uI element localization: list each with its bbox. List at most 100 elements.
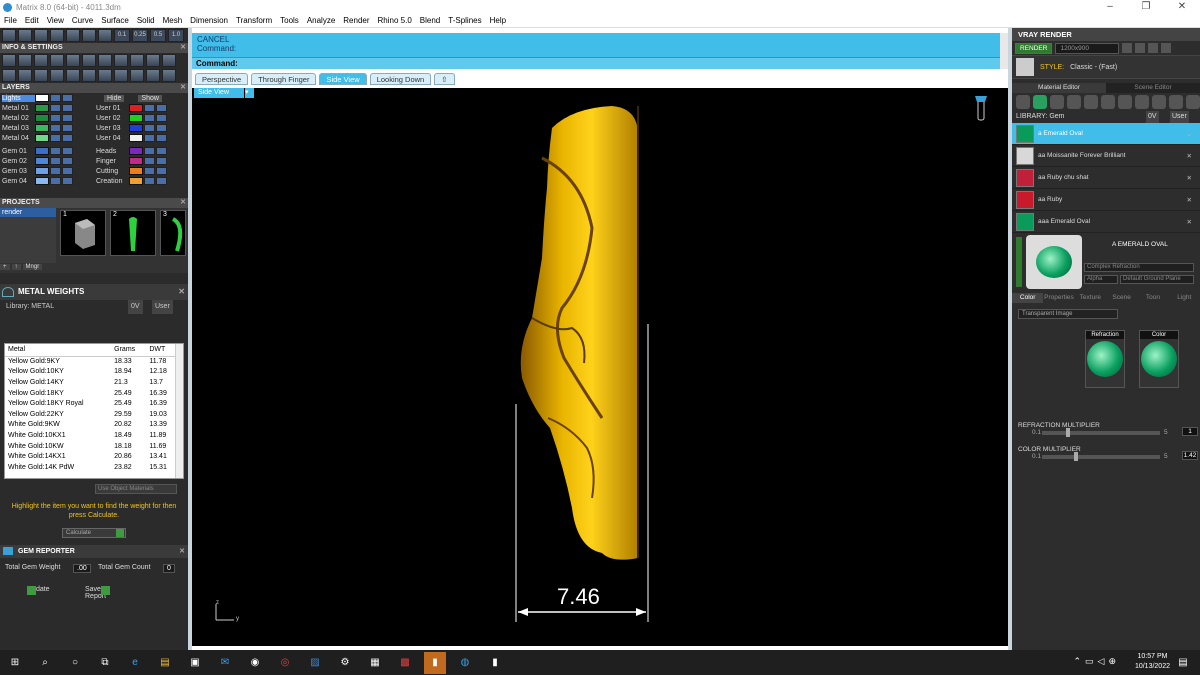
table-row[interactable]: Yellow Gold:9KY 18.33 11.78 [5, 356, 177, 367]
layer-toggle-icon[interactable] [156, 114, 167, 122]
color-slider[interactable] [1042, 455, 1160, 459]
windows-start-icon[interactable]: ⊞ [4, 652, 26, 674]
up-project-button[interactable]: ↑ [11, 264, 21, 270]
measure-icon[interactable] [18, 54, 32, 67]
store-icon[interactable]: ▣ [184, 652, 206, 674]
command-input[interactable]: Command: [192, 57, 1000, 69]
edge-icon[interactable]: e [124, 652, 146, 674]
table-row[interactable]: Yellow Gold:14KY 21.3 13.7 [5, 377, 177, 388]
layer-color-swatch[interactable] [129, 177, 143, 185]
layer-color-swatch[interactable] [35, 94, 49, 102]
menu-view[interactable]: View [43, 16, 68, 25]
color-value[interactable]: 1.42 [1182, 451, 1198, 460]
layer-lock-icon[interactable] [144, 147, 155, 155]
view-tool-icon[interactable] [98, 29, 112, 42]
color-slider-knob[interactable] [1074, 452, 1078, 461]
close-icon[interactable]: ✕ [180, 83, 186, 93]
gem-icon[interactable] [1033, 95, 1047, 109]
layer-row[interactable]: User 01 [94, 103, 188, 113]
texture-icon[interactable] [1084, 95, 1098, 109]
table-row[interactable]: Yellow Gold:22KY 29.59 19.03 [5, 409, 177, 420]
layer-row[interactable]: User 03 [94, 123, 188, 133]
render-icon[interactable] [146, 54, 160, 67]
layer-color-swatch[interactable] [35, 114, 49, 122]
tab-looking-down[interactable]: Looking Down [369, 73, 432, 85]
menu-dimension[interactable]: Dimension [186, 16, 232, 25]
layer-toggle-icon[interactable] [156, 104, 167, 112]
layer-lock-icon[interactable] [50, 104, 61, 112]
table-row[interactable]: White Gold:14KX1 20.86 13.41 [5, 451, 177, 462]
project-item-render[interactable]: render [0, 208, 56, 217]
layer-lock-icon[interactable] [144, 177, 155, 185]
layer-lock-icon[interactable] [144, 124, 155, 132]
layer-color-swatch[interactable] [35, 157, 49, 165]
list-item[interactable]: aa Moissanite Forever Brilliant ✕ [1012, 145, 1200, 167]
menu-tools[interactable]: Tools [276, 16, 303, 25]
layer-lock-icon[interactable] [144, 134, 155, 142]
menu-curve[interactable]: Curve [68, 16, 97, 25]
hide-button[interactable]: Hide [104, 94, 125, 102]
close-icon[interactable]: ✕ [180, 43, 186, 53]
refraction-map[interactable]: Refraction [1085, 330, 1125, 388]
tab-toon[interactable]: Toon [1137, 293, 1168, 303]
show-button[interactable]: Show [138, 94, 162, 102]
layer-toggle-icon[interactable] [156, 167, 167, 175]
alpha-dropdown[interactable]: Alpha [1084, 275, 1118, 284]
layer-toggle-icon[interactable] [62, 104, 73, 112]
layer-lock-icon[interactable] [50, 177, 61, 185]
grid-icon[interactable] [2, 29, 16, 42]
mail-icon[interactable]: ✉ [214, 652, 236, 674]
layer-row[interactable]: Finger [94, 156, 188, 166]
line-tool-icon[interactable] [50, 29, 64, 42]
table-row[interactable]: White Gold:14K PdW 23.82 15.31 [5, 462, 177, 473]
rewind-icon[interactable] [1122, 43, 1133, 53]
resolution-field[interactable]: 1200x900 [1055, 42, 1120, 54]
tab-scene[interactable]: Scene [1106, 293, 1137, 303]
chart-icon[interactable] [162, 54, 176, 67]
tab-color[interactable]: Color [1012, 293, 1044, 303]
settings-icon[interactable] [2, 54, 16, 67]
notification-icon[interactable]: ▤ [1172, 652, 1194, 674]
layer-row[interactable]: Metal 03 [0, 123, 94, 133]
layer-color-swatch[interactable] [35, 104, 49, 112]
layer-toggle-icon[interactable] [62, 114, 73, 122]
options-icon[interactable] [1148, 43, 1159, 53]
lib-user-button[interactable]: User [1170, 111, 1189, 123]
close-icon[interactable]: ⌄ [1187, 130, 1192, 138]
table-row[interactable]: White Gold:10KW 18.18 11.69 [5, 441, 177, 452]
close-icon[interactable]: ✕ [1187, 196, 1192, 204]
layer-color-swatch[interactable] [129, 167, 143, 175]
menu-analyze[interactable]: Analyze [303, 16, 339, 25]
cylinder-icon[interactable] [50, 69, 64, 82]
color-map[interactable]: Color [1139, 330, 1179, 388]
layer-toggle-icon[interactable] [62, 157, 73, 165]
frame-icon[interactable] [1135, 43, 1146, 53]
layer-toggle-icon[interactable] [62, 167, 73, 175]
table-scrollbar[interactable] [175, 344, 183, 478]
camera-icon[interactable] [82, 69, 96, 82]
layer-row[interactable]: Gem 02 [0, 156, 94, 166]
menu-file[interactable]: File [0, 16, 21, 25]
layer-toggle-icon[interactable] [156, 157, 167, 165]
menu-edit[interactable]: Edit [21, 16, 43, 25]
transparent-dropdown[interactable]: Transparent Image [1018, 309, 1118, 319]
refraction-slider-knob[interactable] [1066, 428, 1070, 437]
table-row[interactable]: White Gold:10KX1 18.49 11.89 [5, 430, 177, 441]
chrome-icon[interactable]: ◎ [274, 652, 296, 674]
ring-icon[interactable] [114, 54, 128, 67]
table-row[interactable]: Yellow Gold:18KY 25.49 16.39 [5, 388, 177, 399]
project-thumbnail[interactable]: 3 [160, 210, 186, 256]
refraction-slider[interactable] [1042, 431, 1160, 435]
pen-tool-icon[interactable] [34, 29, 48, 42]
system-tray-icons[interactable]: ⌃▭◁⊕ [1073, 656, 1120, 667]
chevron-down-icon[interactable]: ▾ [245, 88, 254, 98]
tile-icon[interactable] [18, 69, 32, 82]
layer-row[interactable]: Metal 01 [0, 103, 94, 113]
lib-0v-button[interactable]: 0V [128, 300, 143, 314]
shape-icon[interactable] [1169, 95, 1183, 109]
app-icon[interactable]: ▮ [484, 652, 506, 674]
minimize-icon[interactable]: – [1092, 0, 1128, 14]
layer-color-swatch[interactable] [35, 147, 49, 155]
layer-lock-icon[interactable] [50, 157, 61, 165]
snap-01-button[interactable]: 0.1 [114, 29, 130, 42]
